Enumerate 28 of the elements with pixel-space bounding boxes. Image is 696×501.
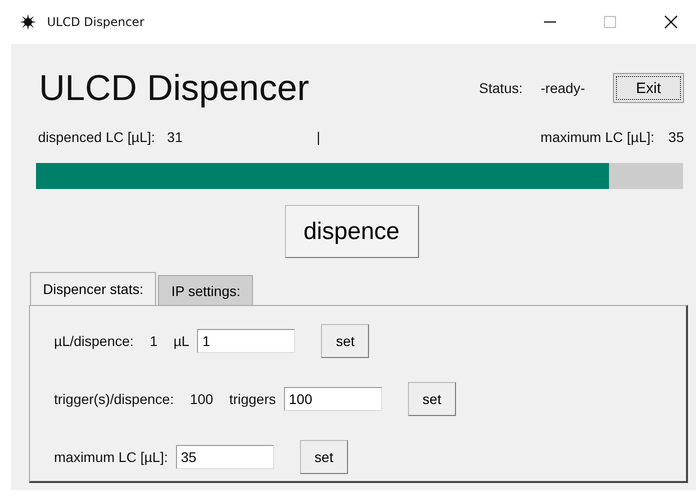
separator-mark: |: [316, 129, 320, 145]
exit-button[interactable]: Exit: [613, 73, 684, 103]
dispensed-value: 31: [167, 129, 183, 145]
window-title: ULCD Dispencer: [47, 15, 144, 29]
dispence-button[interactable]: dispence: [284, 205, 418, 258]
input-field[interactable]: 1: [197, 329, 296, 353]
maximum-value: 35: [668, 129, 684, 145]
splat-icon: [20, 14, 36, 30]
set-button[interactable]: set: [321, 324, 370, 358]
input-field[interactable]: 35: [176, 445, 274, 469]
set-button[interactable]: set: [300, 440, 348, 474]
input-field[interactable]: 100: [284, 387, 382, 411]
setting-value: 100: [190, 391, 214, 407]
tab[interactable]: IP settings:: [158, 275, 254, 305]
set-button[interactable]: set: [408, 382, 456, 416]
setting-label: µL/dispence:: [54, 333, 134, 349]
status-label: Status:: [479, 80, 523, 96]
setting-label: maximum LC [µL]:: [54, 449, 168, 465]
tab[interactable]: Dispencer stats:: [30, 272, 156, 305]
close-icon[interactable]: [664, 15, 678, 29]
maximum-label: maximum LC [µL]:: [540, 129, 654, 145]
unit-label: µL: [173, 333, 190, 349]
status-value: -ready-: [540, 80, 585, 96]
unit-label: triggers: [229, 391, 276, 407]
dispensed-label: dispenced LC [µL]:: [38, 129, 156, 145]
app-heading: ULCD Dispencer: [39, 67, 310, 109]
setting-label: trigger(s)/dispence:: [54, 391, 174, 407]
setting-value: 1: [150, 333, 158, 349]
